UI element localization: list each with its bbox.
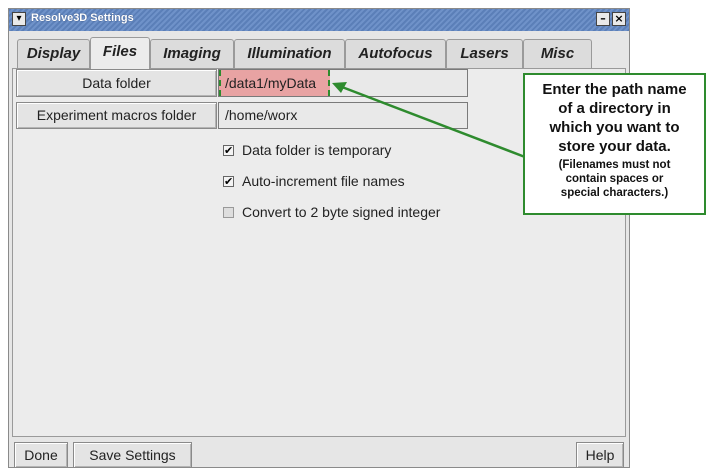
checkbox-checked-icon[interactable]: ✔ <box>223 175 234 187</box>
callout-note-text: (Filenames must not contain spaces or sp… <box>558 159 671 199</box>
option-label: Auto-increment file names <box>242 173 405 189</box>
macros-folder-field[interactable]: /home/worx <box>218 102 468 129</box>
checkbox-checked-icon[interactable]: ✔ <box>223 144 234 156</box>
window-menu-icon[interactable]: ▾ <box>12 12 26 26</box>
help-button[interactable]: Help <box>576 442 624 468</box>
tab-display[interactable]: Display <box>17 39 90 69</box>
macros-folder-button[interactable]: Experiment macros folder <box>16 102 217 129</box>
tab-files[interactable]: Files <box>90 37 150 69</box>
data-folder-value: /data1/myData <box>219 70 331 96</box>
data-folder-field[interactable]: /data1/myData <box>218 69 468 97</box>
close-icon[interactable]: × <box>612 12 626 26</box>
tab-illumination[interactable]: Illumination <box>234 39 345 69</box>
option-convert-int[interactable]: Convert to 2 byte signed integer <box>223 203 440 221</box>
option-label: Data folder is temporary <box>242 142 392 158</box>
tab-misc[interactable]: Misc <box>523 39 592 69</box>
checkbox-unchecked-icon[interactable] <box>223 206 234 218</box>
option-auto-increment[interactable]: ✔ Auto-increment file names <box>223 172 405 190</box>
save-settings-button[interactable]: Save Settings <box>73 442 192 468</box>
title-bar[interactable]: ▾ Resolve3D Settings – × <box>9 9 629 31</box>
option-temporary[interactable]: ✔ Data folder is temporary <box>223 141 391 159</box>
callout-main-text: Enter the path name of a directory in wh… <box>542 81 687 155</box>
tab-lasers[interactable]: Lasers <box>446 39 523 69</box>
tab-imaging[interactable]: Imaging <box>150 39 234 69</box>
data-folder-button[interactable]: Data folder <box>16 69 217 97</box>
minimize-icon[interactable]: – <box>596 12 610 26</box>
help-callout: Enter the path name of a directory in wh… <box>523 73 706 215</box>
window-title: Resolve3D Settings <box>31 12 134 24</box>
tab-autofocus[interactable]: Autofocus <box>345 39 446 69</box>
done-button[interactable]: Done <box>14 442 68 468</box>
option-label: Convert to 2 byte signed integer <box>242 204 441 220</box>
